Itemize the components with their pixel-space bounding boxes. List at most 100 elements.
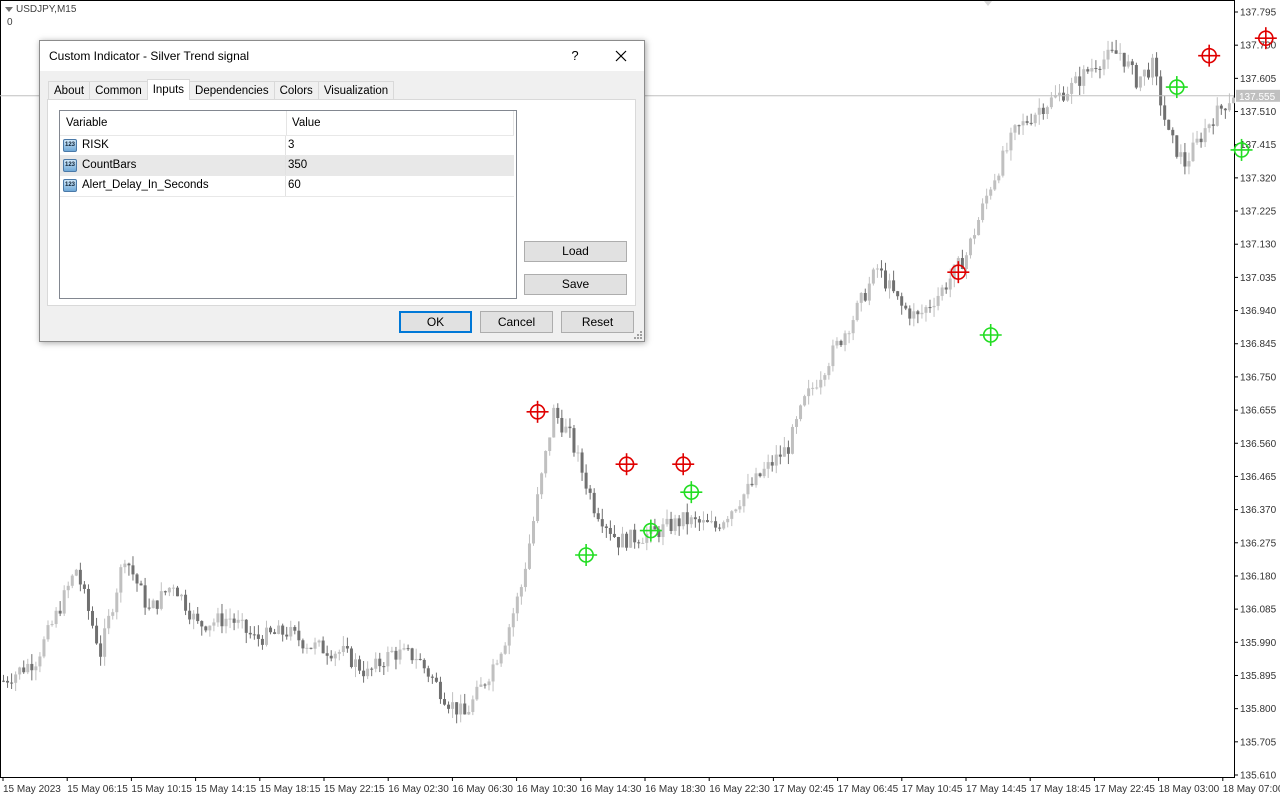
candle-body — [879, 268, 883, 271]
candle-body — [621, 533, 625, 548]
candle-body — [839, 340, 843, 346]
inputs-panel: Variable Value 123 RISK 3 123 CountBars … — [47, 99, 636, 306]
candle-body — [1130, 61, 1134, 66]
candle-body — [847, 333, 851, 335]
candle-body — [799, 405, 803, 420]
candle-body — [349, 648, 353, 667]
candle-body — [928, 307, 932, 309]
load-button[interactable]: Load — [524, 241, 627, 262]
param-row-alert-delay[interactable]: 123 Alert_Delay_In_Seconds 60 — [60, 175, 514, 197]
candle-body — [6, 680, 10, 683]
close-button[interactable] — [604, 44, 638, 68]
candle-body — [475, 686, 479, 700]
time-label: 15 May 10:15 — [131, 784, 192, 795]
candle-body — [564, 426, 568, 433]
tab-common[interactable]: Common — [89, 81, 148, 99]
time-label: 16 May 02:30 — [388, 784, 449, 795]
candle-body — [629, 529, 633, 548]
candle-body — [916, 311, 920, 315]
tab-colors[interactable]: Colors — [273, 81, 319, 99]
help-button[interactable]: ? — [562, 44, 588, 68]
time-label: 17 May 06:45 — [838, 784, 899, 795]
column-divider[interactable] — [286, 111, 287, 135]
integer-type-icon: 123 — [63, 139, 77, 152]
candle-body — [576, 452, 580, 454]
candle-body — [685, 512, 689, 525]
candle-body — [693, 517, 697, 520]
candle-body — [66, 585, 70, 591]
candle-body — [26, 663, 30, 673]
param-value[interactable]: 3 — [288, 136, 294, 155]
symbol-label[interactable]: USDJPY,M15 — [5, 4, 76, 15]
tab-about[interactable]: About — [48, 81, 91, 99]
time-label: 16 May 10:30 — [517, 784, 578, 795]
candle-body — [333, 653, 337, 659]
candle-body — [422, 659, 426, 669]
param-row-risk[interactable]: 123 RISK 3 — [60, 135, 514, 156]
candle-body — [180, 594, 184, 597]
candle-body — [532, 521, 536, 544]
candle-body — [710, 521, 714, 523]
candle-body — [997, 175, 1001, 181]
candle-body — [281, 625, 285, 635]
candle-body — [968, 238, 972, 256]
price-label: 137.225 — [1240, 207, 1277, 218]
candle-body — [115, 592, 119, 613]
candle-body — [418, 658, 422, 660]
candle-body — [196, 613, 200, 622]
candle-body — [507, 627, 511, 646]
candle-body — [256, 634, 260, 639]
candle-body — [1106, 49, 1110, 60]
candle-body — [633, 529, 637, 543]
candle-body — [216, 613, 220, 623]
dialog-titlebar[interactable]: Custom Indicator - Silver Trend signal ? — [40, 41, 644, 71]
candle-body — [888, 280, 892, 289]
candle-body — [309, 647, 313, 649]
candle-body — [58, 610, 62, 614]
ok-button[interactable]: OK — [399, 311, 472, 333]
candle-body — [762, 468, 766, 477]
candle-body — [1219, 105, 1223, 109]
tab-visualization[interactable]: Visualization — [317, 81, 395, 99]
candle-body — [940, 287, 944, 296]
candle-body — [406, 648, 410, 650]
candle-body — [677, 518, 681, 527]
candle-body — [212, 622, 216, 626]
candle-body — [1074, 76, 1078, 83]
candle-body — [523, 568, 527, 588]
candle-body — [123, 563, 127, 568]
column-header-value[interactable]: Value — [292, 111, 321, 135]
param-value[interactable]: 350 — [288, 156, 307, 175]
price-label: 137.605 — [1240, 74, 1277, 85]
candle-body — [236, 619, 240, 623]
candle-body — [540, 473, 544, 495]
column-header-variable[interactable]: Variable — [66, 111, 107, 135]
candle-body — [414, 658, 418, 661]
candle-body — [600, 519, 604, 527]
candle-body — [163, 591, 167, 593]
tab-dependencies[interactable]: Dependencies — [189, 81, 275, 99]
save-button[interactable]: Save — [524, 274, 627, 295]
candle-body — [742, 494, 746, 507]
price-label: 135.610 — [1240, 771, 1277, 782]
cancel-button[interactable]: Cancel — [480, 311, 553, 333]
reset-button[interactable]: Reset — [561, 311, 634, 333]
price-label: 136.370 — [1240, 505, 1277, 516]
price-label: 136.085 — [1240, 605, 1277, 616]
candle-body — [697, 519, 701, 523]
param-value[interactable]: 60 — [288, 176, 301, 195]
param-row-countbars[interactable]: 123 CountBars 350 — [60, 155, 514, 176]
candle-body — [147, 607, 151, 609]
candle-body — [91, 610, 95, 626]
candle-body — [18, 667, 22, 675]
candle-body — [139, 583, 143, 586]
candle-body — [705, 520, 709, 523]
candle-body — [86, 588, 90, 611]
resize-grip-icon[interactable] — [634, 331, 642, 339]
price-label: 136.180 — [1240, 571, 1277, 582]
tab-inputs[interactable]: Inputs — [146, 79, 191, 100]
candle-body — [78, 569, 82, 585]
price-label: 137.035 — [1240, 273, 1277, 284]
candle-body — [184, 594, 188, 611]
candle-body — [467, 711, 471, 715]
